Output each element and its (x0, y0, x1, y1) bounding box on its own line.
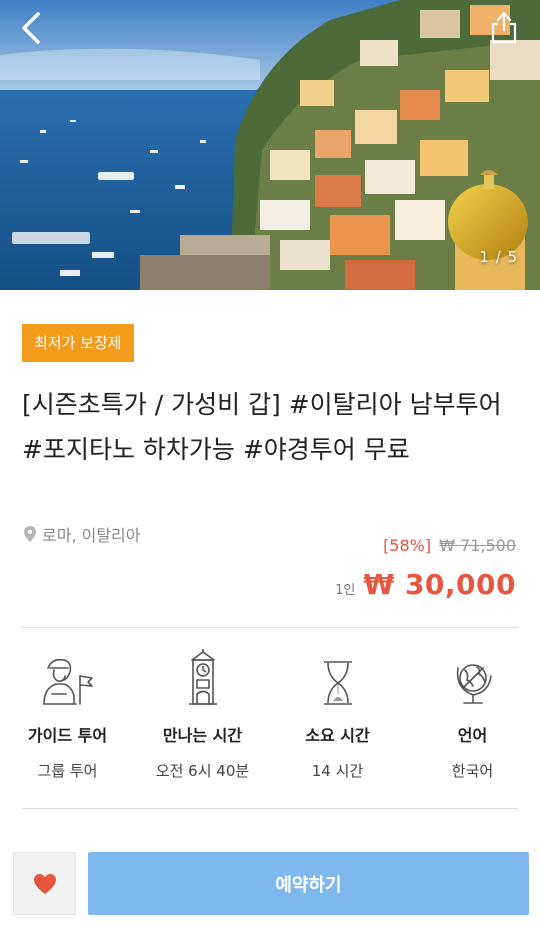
info-value-language: 한국어 (451, 762, 494, 780)
clock-tower-icon (188, 649, 217, 705)
info-meeting-time: 만나는 시간 오전 6시 40분 (135, 649, 270, 781)
divider (22, 627, 518, 628)
info-value-duration: 14 시간 (311, 762, 364, 780)
globe-icon (456, 664, 492, 704)
info-language: 언어 한국어 (405, 650, 540, 781)
info-guide: 가이드 투어 그룹 투어 (0, 650, 135, 781)
info-label-duration: 소요 시간 (305, 726, 370, 745)
sale-price: ₩ 30,000 (363, 568, 516, 601)
back-button[interactable] (14, 8, 50, 48)
divider (22, 808, 518, 809)
original-price: ₩ 71,500 (439, 536, 516, 555)
lowest-price-badge: 최저가 보장제 (22, 324, 134, 362)
tour-info-grid: 가이드 투어 그룹 투어 만나는 시간 오전 6시 40분 소요 시간 14 시… (0, 649, 540, 781)
per-person-label: 1인 (335, 583, 356, 598)
chevron-left-icon (22, 12, 40, 44)
info-label-meeting-time: 만나는 시간 (162, 726, 243, 745)
hourglass-icon (323, 661, 352, 705)
location: 로마, 이탈리아 (24, 522, 141, 546)
share-button[interactable] (488, 8, 520, 46)
info-label-guide: 가이드 투어 (27, 726, 108, 745)
guide-icon (42, 658, 93, 705)
heart-icon (33, 873, 56, 894)
discount-row: [58%] ₩ 71,500 (383, 536, 516, 555)
info-value-meeting-time: 오전 6시 40분 (155, 762, 250, 780)
wishlist-button[interactable] (13, 852, 76, 915)
location-pin-icon (24, 526, 36, 542)
hero-photo (0, 0, 540, 290)
price-row: 1인 ₩ 30,000 (335, 568, 516, 601)
share-icon (491, 11, 517, 44)
location-text: 로마, 이탈리아 (42, 526, 141, 545)
info-duration: 소요 시간 14 시간 (270, 650, 405, 781)
discount-percent: [58%] (383, 536, 432, 555)
book-button[interactable]: 예약하기 (88, 852, 529, 915)
info-value-guide: 그룹 투어 (37, 762, 98, 780)
hero-image[interactable]: 1 / 5 (0, 0, 540, 290)
info-label-language: 언어 (457, 726, 488, 745)
image-counter: 1 / 5 (479, 248, 518, 266)
product-title: [시즌초특가 / 가성비 갑] #이탈리아 남부투어 #포지타노 하차가능 #야… (22, 390, 502, 464)
